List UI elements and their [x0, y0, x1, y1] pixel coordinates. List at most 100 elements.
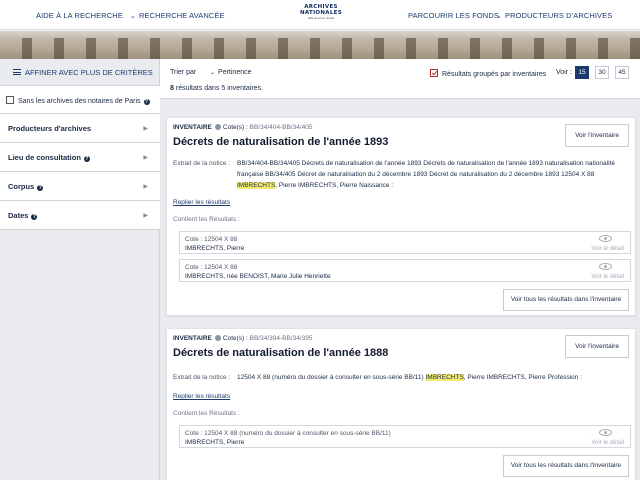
view-all-in-inventory-button[interactable]: Voir tous les résultats dans l'inventair…	[503, 289, 629, 311]
inventory-header: INVENTAIRE Cote(s) : BB/34/404-BB/34/405	[173, 124, 313, 131]
page-size-15[interactable]: 15	[575, 66, 589, 79]
refine-criteria-label: AFFINER AVEC PLUS DE CRITÈRES	[25, 68, 153, 77]
collapse-results-link[interactable]: Replier les résultats	[173, 393, 230, 400]
eye-icon[interactable]	[599, 235, 612, 242]
result-item-name: IMBRECHTS, Pierre	[185, 439, 245, 446]
page-size-label: Voir :	[556, 69, 572, 76]
results-count-text: résultats dans 5 inventaires.	[175, 85, 264, 92]
extract-line: française BB/34/405 Décret de naturalisa…	[237, 171, 595, 178]
results-count: 8 résultats dans 5 inventaires.	[170, 85, 263, 92]
facet-corpus[interactable]: Corpus? ▶	[0, 172, 160, 201]
nav-parcourir-fonds-label: PARCOURIR LES FONDS	[408, 11, 499, 20]
result-item-name: IMBRECHTS, Pierre	[185, 245, 245, 252]
help-icon[interactable]: ?	[37, 185, 44, 191]
view-all-in-inventory-button[interactable]: Voir tous les résultats dans l'inventair…	[503, 455, 629, 477]
archives-nationales-logo[interactable]: ARCHIVES NATIONALES Salle de lecture vir…	[290, 4, 352, 25]
facet-label: Lieu de consultation	[8, 153, 81, 162]
top-navigation-bar: AIDE À LA RECHERCHE ⌄ RECHERCHE AVANCÉE A…	[0, 0, 640, 30]
refine-criteria-toggle[interactable]: AFFINER AVEC PLUS DE CRITÈRES	[0, 59, 160, 86]
nav-parcourir-fonds[interactable]: PARCOURIR LES FONDS	[408, 11, 499, 20]
grouped-by-inventory-toggle[interactable]: Résultats groupés par inventaires	[430, 69, 546, 78]
logo-tagline: Salle de lecture virtuelle	[307, 17, 335, 20]
notaires-filter[interactable]: Sans les archives des notaires de Paris?	[0, 86, 160, 114]
page-size-30[interactable]: 30	[595, 66, 609, 79]
view-inventory-button[interactable]: Voir l'inventaire	[565, 124, 629, 147]
extract-line: , Pierre IMBRECHTS, Pierre Naissance :	[275, 182, 394, 189]
cote-value: BB/34/404-BB/34/405	[249, 124, 313, 131]
chevron-down-icon: ⌄	[210, 70, 216, 76]
extract-text: 12504 X 88 (numéro du dossier à consulte…	[237, 372, 627, 383]
contains-results-label: Contient les Résultats :	[173, 410, 240, 417]
result-card: INVENTAIRE Cote(s) : BB/34/404-BB/34/405 …	[166, 117, 636, 316]
view-detail-link[interactable]: Voir le détail	[591, 440, 624, 446]
inventory-type-label: INVENTAIRE	[173, 335, 212, 342]
results-toolbar: Trier par ⌄ Pertinence 8 résultats dans 5…	[160, 59, 640, 99]
eye-icon[interactable]	[599, 263, 612, 270]
sort-label: Trier par	[170, 69, 197, 76]
result-card: INVENTAIRE Cote(s) : BB/34/394-BB/34/395 …	[166, 328, 636, 480]
facet-label: Corpus	[8, 182, 35, 191]
result-item-name: IMBRECHTS, née BENOIST, Marie Julie Henr…	[185, 273, 331, 280]
result-item[interactable]: Cote : 12504 X 88 (numéro du dossier à c…	[179, 425, 631, 448]
result-item-cote: Cote : 12504 X 88	[185, 264, 238, 271]
help-icon[interactable]: ?	[83, 156, 90, 162]
result-item-cote: Cote : 12504 X 88 (numéro du dossier à c…	[185, 430, 391, 437]
hamburger-icon	[13, 69, 21, 75]
result-title[interactable]: Décrets de naturalisation de l'année 189…	[173, 136, 388, 148]
page-size-45[interactable]: 45	[615, 66, 629, 79]
facet-dates[interactable]: Dates? ▶	[0, 201, 160, 230]
caret-right-icon: ▶	[143, 155, 148, 161]
view-inventory-button[interactable]: Voir l'inventaire	[565, 335, 629, 358]
extract-line: BB/34/404-BB/34/405 Décrets de naturalis…	[237, 160, 615, 167]
info-icon[interactable]	[214, 124, 221, 130]
eye-icon[interactable]	[599, 429, 612, 436]
inventory-header: INVENTAIRE Cote(s) : BB/34/394-BB/34/395	[173, 335, 313, 342]
checkbox-icon[interactable]	[6, 96, 14, 104]
hero-banner-image	[0, 31, 640, 59]
result-item-cote: Cote : 12504 X 88	[185, 236, 238, 243]
result-item[interactable]: Cote : 12504 X 88 IMBRECHTS, née BENOIST…	[179, 259, 631, 282]
filter-sidebar: AFFINER AVEC PLUS DE CRITÈRES Sans les a…	[0, 59, 160, 480]
nav-aide-recherche[interactable]: AIDE À LA RECHERCHE	[36, 11, 123, 20]
cote-label: Cote(s) :	[222, 124, 248, 131]
extract-label: Extrait de la notice :	[173, 374, 231, 381]
cote-value: BB/34/394-BB/34/395	[249, 335, 313, 342]
nav-producteurs-archives-label: PRODUCTEURS D'ARCHIVES	[504, 11, 613, 20]
nav-recherche-avancee-label: RECHERCHE AVANCÉE	[138, 11, 225, 20]
facet-label: Producteurs d'archives	[8, 124, 92, 133]
sort-value: Pertinence	[218, 69, 252, 76]
result-item[interactable]: Cote : 12504 X 88 IMBRECHTS, Pierre Voir…	[179, 231, 631, 254]
collapse-results-link[interactable]: Replier les résultats	[173, 199, 230, 206]
sort-select[interactable]: ⌄ Pertinence	[210, 69, 252, 76]
extract-label: Extrait de la notice :	[173, 160, 231, 167]
nav-aide-recherche-label: AIDE À LA RECHERCHE	[36, 11, 123, 20]
view-detail-link[interactable]: Voir le détail	[591, 246, 624, 252]
nav-recherche-avancee[interactable]: ⌄ RECHERCHE AVANCÉE	[130, 11, 225, 20]
facet-producteurs-archives[interactable]: Producteurs d'archives ▶	[0, 114, 160, 143]
help-icon[interactable]: ?	[31, 214, 38, 220]
result-title[interactable]: Décrets de naturalisation de l'année 188…	[173, 347, 388, 359]
notaires-filter-label: Sans les archives des notaires de Paris	[18, 98, 141, 105]
checkbox-checked-icon[interactable]	[430, 69, 438, 77]
nav-producteurs-archives[interactable]: ⌄ PRODUCTEURS D'ARCHIVES	[496, 11, 612, 20]
results-count-number: 8	[170, 85, 174, 92]
chevron-down-icon: ⌄	[496, 13, 502, 20]
info-icon[interactable]	[214, 335, 221, 341]
logo-line-2: NATIONALES	[300, 9, 342, 16]
grouped-by-inventory-label: Résultats groupés par inventaires	[442, 71, 547, 78]
chevron-down-icon: ⌄	[130, 13, 136, 20]
caret-right-icon: ▶	[143, 126, 148, 132]
highlighted-term: IMBRECHTS	[237, 182, 276, 189]
help-icon[interactable]: ?	[143, 99, 150, 105]
inventory-type-label: INVENTAIRE	[173, 124, 212, 131]
extract-text: BB/34/404-BB/34/405 Décrets de naturalis…	[237, 158, 629, 191]
view-detail-link[interactable]: Voir le détail	[591, 274, 624, 280]
facet-lieu-consultation[interactable]: Lieu de consultation? ▶	[0, 143, 160, 172]
extract-line: , Pierre IMBRECHTS, Pierre Profession :	[463, 374, 582, 381]
facet-label: Dates	[8, 211, 29, 220]
cote-label: Cote(s) :	[222, 335, 248, 342]
highlighted-term: IMBRECHTS	[425, 374, 464, 381]
extract-line: 12504 X 88 (numéro du dossier à consulte…	[237, 374, 424, 381]
contains-results-label: Contient les Résultats :	[173, 216, 240, 223]
caret-right-icon: ▶	[143, 184, 148, 190]
